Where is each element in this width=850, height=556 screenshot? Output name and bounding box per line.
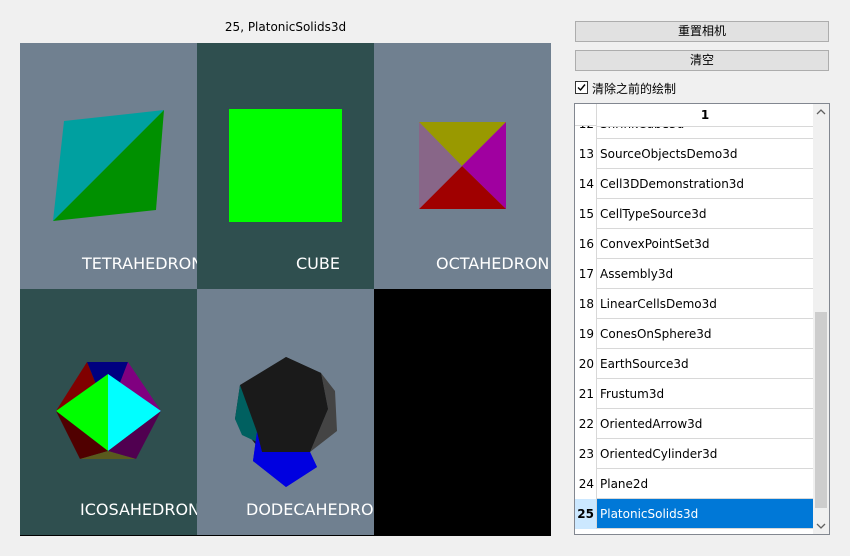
row-number: 14: [575, 169, 597, 199]
table-row[interactable]: 20 EarthSource3d: [575, 349, 815, 379]
octahedron-shape: [419, 122, 506, 209]
row-number: 25: [575, 499, 597, 529]
row-number: 19: [575, 319, 597, 349]
viewport-label: CUBE: [296, 254, 340, 273]
tetrahedron-shape: [53, 110, 164, 221]
clear-button[interactable]: 清空: [575, 50, 829, 71]
dodecahedron-shape: [235, 357, 337, 487]
viewport-empty[interactable]: [374, 289, 551, 536]
table-row[interactable]: 22 OrientedArrow3d: [575, 409, 815, 439]
table-row[interactable]: 19 ConesOnSphere3d: [575, 319, 815, 349]
row-value[interactable]: LinearCellsDemo3d: [597, 289, 815, 319]
table-row[interactable]: 17 Assembly3d: [575, 259, 815, 289]
column-header[interactable]: 1: [597, 104, 813, 127]
row-number: 15: [575, 199, 597, 229]
viewport-cube[interactable]: CUBE: [197, 43, 374, 289]
table-row[interactable]: 18 LinearCellsDemo3d: [575, 289, 815, 319]
viewport-label: OCTAHEDRON: [436, 254, 550, 273]
row-value[interactable]: CellTypeSource3d: [597, 199, 815, 229]
window-title: 25, PlatonicSolids3d: [224, 20, 347, 34]
row-number: 13: [575, 139, 597, 169]
row-number: 22: [575, 409, 597, 439]
row-number: 23: [575, 439, 597, 469]
row-number: 21: [575, 379, 597, 409]
table-row[interactable]: 21 Frustum3d: [575, 379, 815, 409]
row-value[interactable]: ConesOnSphere3d: [597, 319, 815, 349]
row-number: 17: [575, 259, 597, 289]
clear-previous-checkbox[interactable]: [575, 81, 588, 94]
row-value[interactable]: EarthSource3d: [597, 349, 815, 379]
table-corner: [575, 104, 597, 126]
chevron-up-icon[interactable]: [813, 104, 829, 121]
row-value[interactable]: Cell3DDemonstration3d: [597, 169, 815, 199]
row-number: 24: [575, 469, 597, 499]
cube-shape: [229, 109, 342, 222]
clear-previous-label: 清除之前的绘制: [592, 82, 677, 96]
row-value[interactable]: Assembly3d: [597, 259, 815, 289]
viewport-icosahedron[interactable]: ICOSAHEDRON: [20, 289, 197, 535]
scrollbar-thumb[interactable]: [815, 312, 827, 508]
row-value[interactable]: PlatonicSolids3d: [597, 499, 815, 529]
examples-table[interactable]: 12 ShrinkCube3d 13 SourceObjectsDemo3d 1…: [574, 103, 830, 535]
row-value[interactable]: Frustum3d: [597, 379, 815, 409]
row-number: 18: [575, 289, 597, 319]
chevron-down-icon[interactable]: [813, 517, 829, 534]
table-row[interactable]: 15 CellTypeSource3d: [575, 199, 815, 229]
viewport-octahedron[interactable]: OCTAHEDRON: [374, 43, 551, 289]
reset-camera-button[interactable]: 重置相机: [575, 21, 829, 42]
row-value[interactable]: ConvexPointSet3d: [597, 229, 815, 259]
vertical-scrollbar[interactable]: [813, 104, 829, 534]
viewport-label: TETRAHEDRON: [82, 254, 197, 273]
table-row-selected[interactable]: 25 PlatonicSolids3d: [575, 499, 815, 529]
row-number: 16: [575, 229, 597, 259]
checkmark-icon: [577, 84, 586, 92]
viewport-label: ICOSAHEDRON: [80, 500, 197, 519]
row-value[interactable]: OrientedArrow3d: [597, 409, 815, 439]
table-row[interactable]: 24 Plane2d: [575, 469, 815, 499]
table-row[interactable]: 14 Cell3DDemonstration3d: [575, 169, 815, 199]
row-number: 20: [575, 349, 597, 379]
table-row[interactable]: 13 SourceObjectsDemo3d: [575, 139, 815, 169]
icosahedron-shape: [56, 362, 161, 459]
render-view[interactable]: TETRAHEDRON CUBE OCTAHEDRON ICOSAHEDRON …: [20, 43, 551, 536]
table-row[interactable]: 23 OrientedCylinder3d: [575, 439, 815, 469]
viewport-tetrahedron[interactable]: TETRAHEDRON: [20, 43, 197, 289]
row-value[interactable]: SourceObjectsDemo3d: [597, 139, 815, 169]
viewport-dodecahedron[interactable]: DODECAHEDRON: [197, 289, 374, 535]
table-row[interactable]: 16 ConvexPointSet3d: [575, 229, 815, 259]
viewport-label: DODECAHEDRON: [246, 500, 374, 519]
row-value[interactable]: OrientedCylinder3d: [597, 439, 815, 469]
row-value[interactable]: Plane2d: [597, 469, 815, 499]
